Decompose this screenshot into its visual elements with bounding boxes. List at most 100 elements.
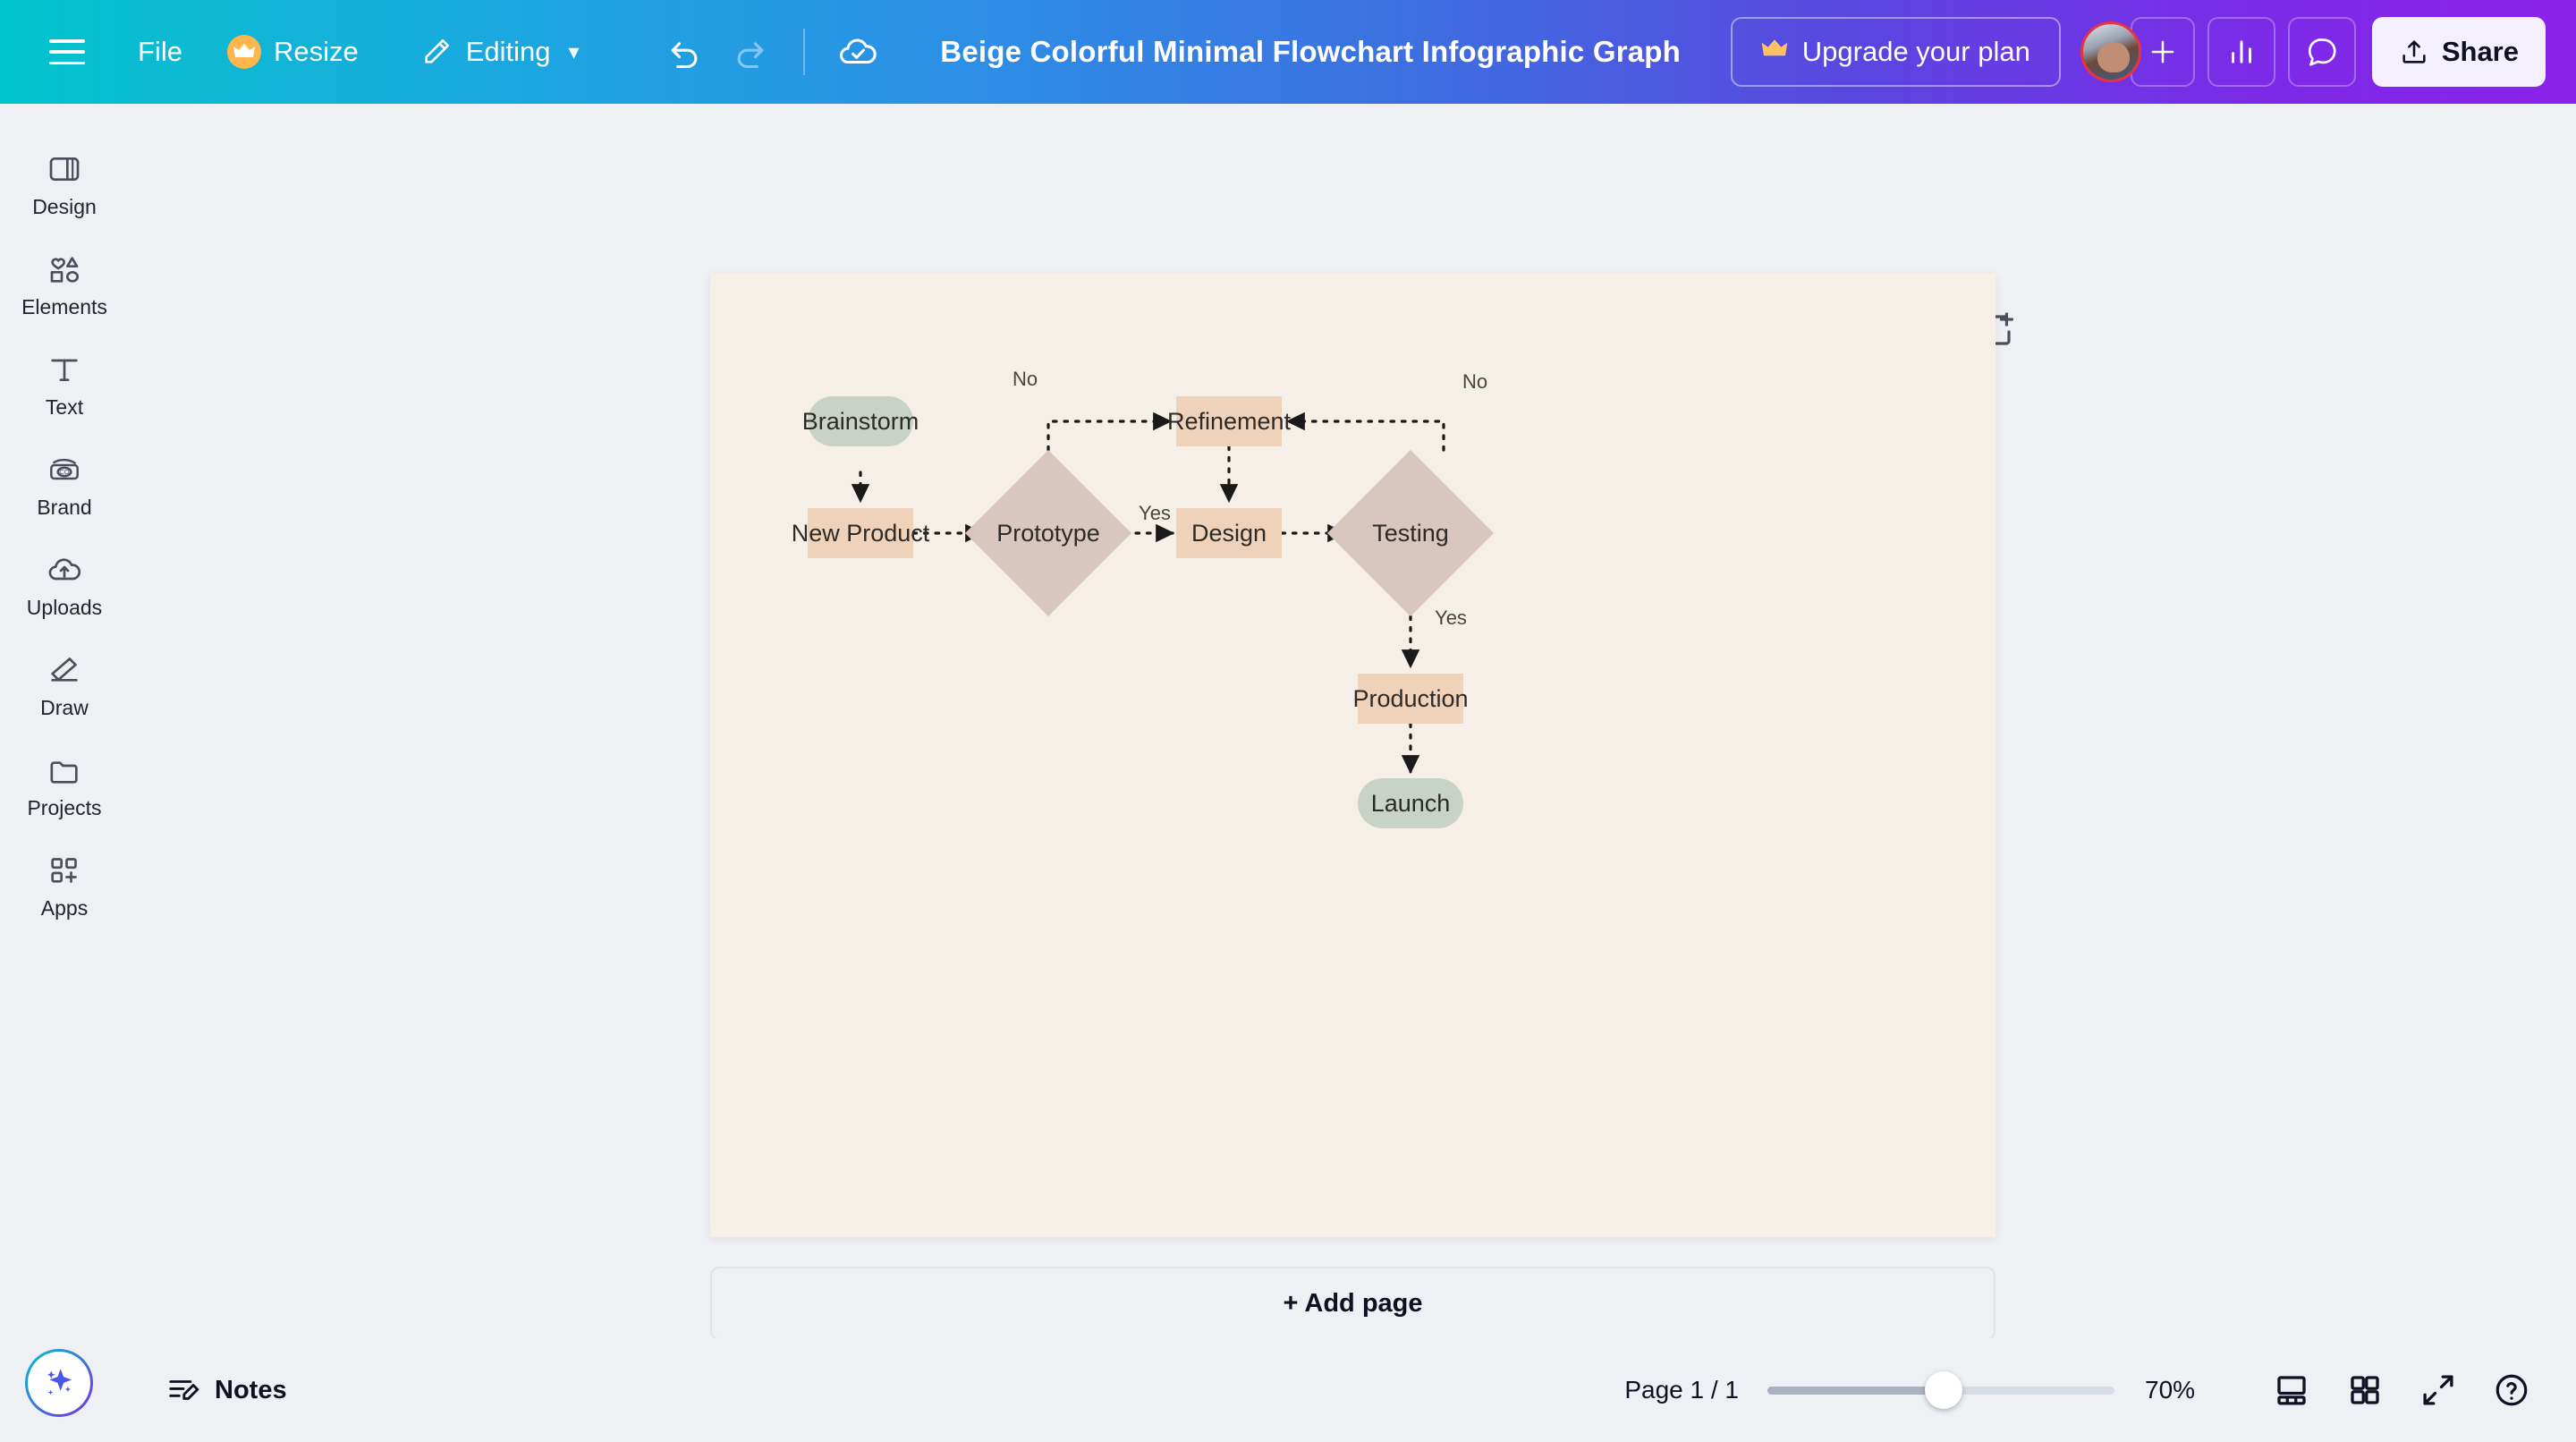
brand-kit-icon: CO [46,451,83,488]
sidebar-item-label: Uploads [26,595,103,619]
design-canvas[interactable]: Brainstorm New Product Prototype Refinem… [710,274,1996,1237]
node-label: Production [1352,685,1468,712]
fullscreen-button[interactable] [2406,1358,2470,1422]
help-button[interactable] [2479,1358,2544,1422]
file-label: File [138,36,182,67]
flowchart-graphic: Brainstorm New Product Prototype Refinem… [792,368,1494,828]
comments-button[interactable] [2287,17,2356,87]
sidebar-item-apps[interactable]: Apps [5,836,123,936]
edge-label-yes-prototype: Yes [1139,502,1171,524]
node-label: New Product [792,520,930,547]
node-testing[interactable]: Testing [1327,450,1494,616]
svg-text:CO: CO [59,468,70,476]
hamburger-menu-button[interactable] [32,17,102,87]
node-launch[interactable]: Launch [1358,778,1463,828]
sidebar-item-brand[interactable]: CO Brand [5,435,123,535]
pen-draw-icon [46,651,83,689]
share-label: Share [2441,36,2519,67]
edge-label-yes-testing: Yes [1435,606,1467,629]
cloud-check-icon [839,38,877,64]
hamburger-icon [49,39,85,64]
sidebar-item-draw[interactable]: Draw [5,635,123,735]
grid-view-icon [2351,1376,2379,1404]
document-title[interactable]: Beige Colorful Minimal Flowchart Infogra… [891,35,1731,69]
sidebar-item-elements[interactable]: Elements [5,234,123,335]
edge-label-no-testing: No [1462,370,1487,393]
crown-icon [226,35,261,69]
zoom-slider-thumb[interactable] [1925,1371,1962,1409]
node-brainstorm[interactable]: Brainstorm [802,396,919,446]
node-design[interactable]: Design [1176,508,1282,558]
upgrade-label: Upgrade your plan [1801,36,2030,67]
notes-button[interactable]: Notes [152,1361,301,1420]
crown-icon [1761,38,1788,66]
sidebar-item-label: Design [32,194,97,218]
expand-arrows-icon [2423,1375,2453,1405]
zoom-slider-fill [1767,1386,1943,1395]
grid-view-button[interactable] [2333,1358,2397,1422]
bar-chart-icon [2231,40,2251,64]
undo-arrow-icon [671,42,697,69]
add-page-button-wide[interactable]: + Add page [710,1267,1996,1340]
sidebar-item-uploads[interactable]: Uploads [5,535,123,635]
canvas-workspace: Brainstorm New Product Prototype Refinem… [129,104,2576,1442]
node-production[interactable]: Production [1352,674,1469,724]
saved-status-button[interactable] [825,19,891,85]
resize-button[interactable]: Resize [213,20,377,84]
zoom-slider[interactable] [1767,1371,2114,1409]
bottom-toolbar: Notes Page 1 / 1 70% [0,1338,2576,1442]
node-prototype[interactable]: Prototype [965,450,1131,616]
upgrade-plan-button[interactable]: Upgrade your plan [1730,17,2061,87]
page-layout-icon [2277,1376,2306,1405]
design-panel-icon [46,150,83,188]
notes-label: Notes [215,1375,287,1404]
magic-studio-button[interactable] [25,1349,93,1417]
avatar[interactable] [2080,21,2141,82]
upload-arrow-icon [2402,40,2426,64]
notes-pencil-icon [169,1380,199,1400]
sidebar-item-label: Draw [40,695,89,719]
shapes-icon [46,250,83,288]
cloud-upload-icon [46,551,83,589]
edge-label-no-prototype: No [1013,368,1038,390]
analytics-button[interactable] [2207,17,2275,87]
magic-sparkle-icon [47,1369,72,1395]
sidebar-item-label: Elements [21,294,107,318]
question-circle-icon [2496,1374,2528,1406]
sidebar-item-label: Projects [27,795,102,819]
redo-button[interactable] [717,19,784,85]
file-menu-button[interactable]: File [114,20,206,84]
resize-label: Resize [273,36,359,67]
edge-testing-refinement [1285,411,1445,452]
node-new-product[interactable]: New Product [792,508,930,558]
comment-bubble-icon [2308,38,2336,66]
text-t-icon [46,351,83,388]
editing-label: Editing [465,36,551,67]
pencil-icon [421,37,452,67]
zoom-level-value: 70% [2145,1376,2196,1404]
page-view-button[interactable] [2259,1358,2324,1422]
page-indicator: Page 1 / 1 [1624,1376,1739,1404]
sidebar-item-text[interactable]: Text [5,335,123,435]
sidebar-item-projects[interactable]: Projects [5,735,123,836]
left-sidebar: Design Elements Text CO Brand Uploads Dr… [0,104,129,1442]
node-refinement[interactable]: Refinement [1167,396,1292,446]
edge-prototype-refinement [1046,411,1173,452]
folder-icon [46,751,83,789]
add-page-label: + Add page [1283,1288,1423,1318]
editing-mode-button[interactable]: Editing ▾ [405,20,596,84]
toolbar-divider [802,29,805,75]
node-label: Launch [1371,790,1451,817]
redo-arrow-icon [737,42,763,69]
share-button[interactable]: Share [2371,17,2546,87]
chevron-down-icon: ▾ [568,39,580,64]
top-toolbar: File Resize Editing ▾ Beige Colorful Min… [0,0,2576,104]
undo-button[interactable] [651,19,717,85]
plus-icon [2151,40,2174,64]
node-label: Prototype [996,520,1100,547]
node-label: Testing [1372,520,1449,547]
sidebar-item-label: Brand [37,495,92,519]
sidebar-item-label: Apps [40,895,89,920]
node-label: Brainstorm [802,408,919,435]
sidebar-item-design[interactable]: Design [5,134,123,234]
